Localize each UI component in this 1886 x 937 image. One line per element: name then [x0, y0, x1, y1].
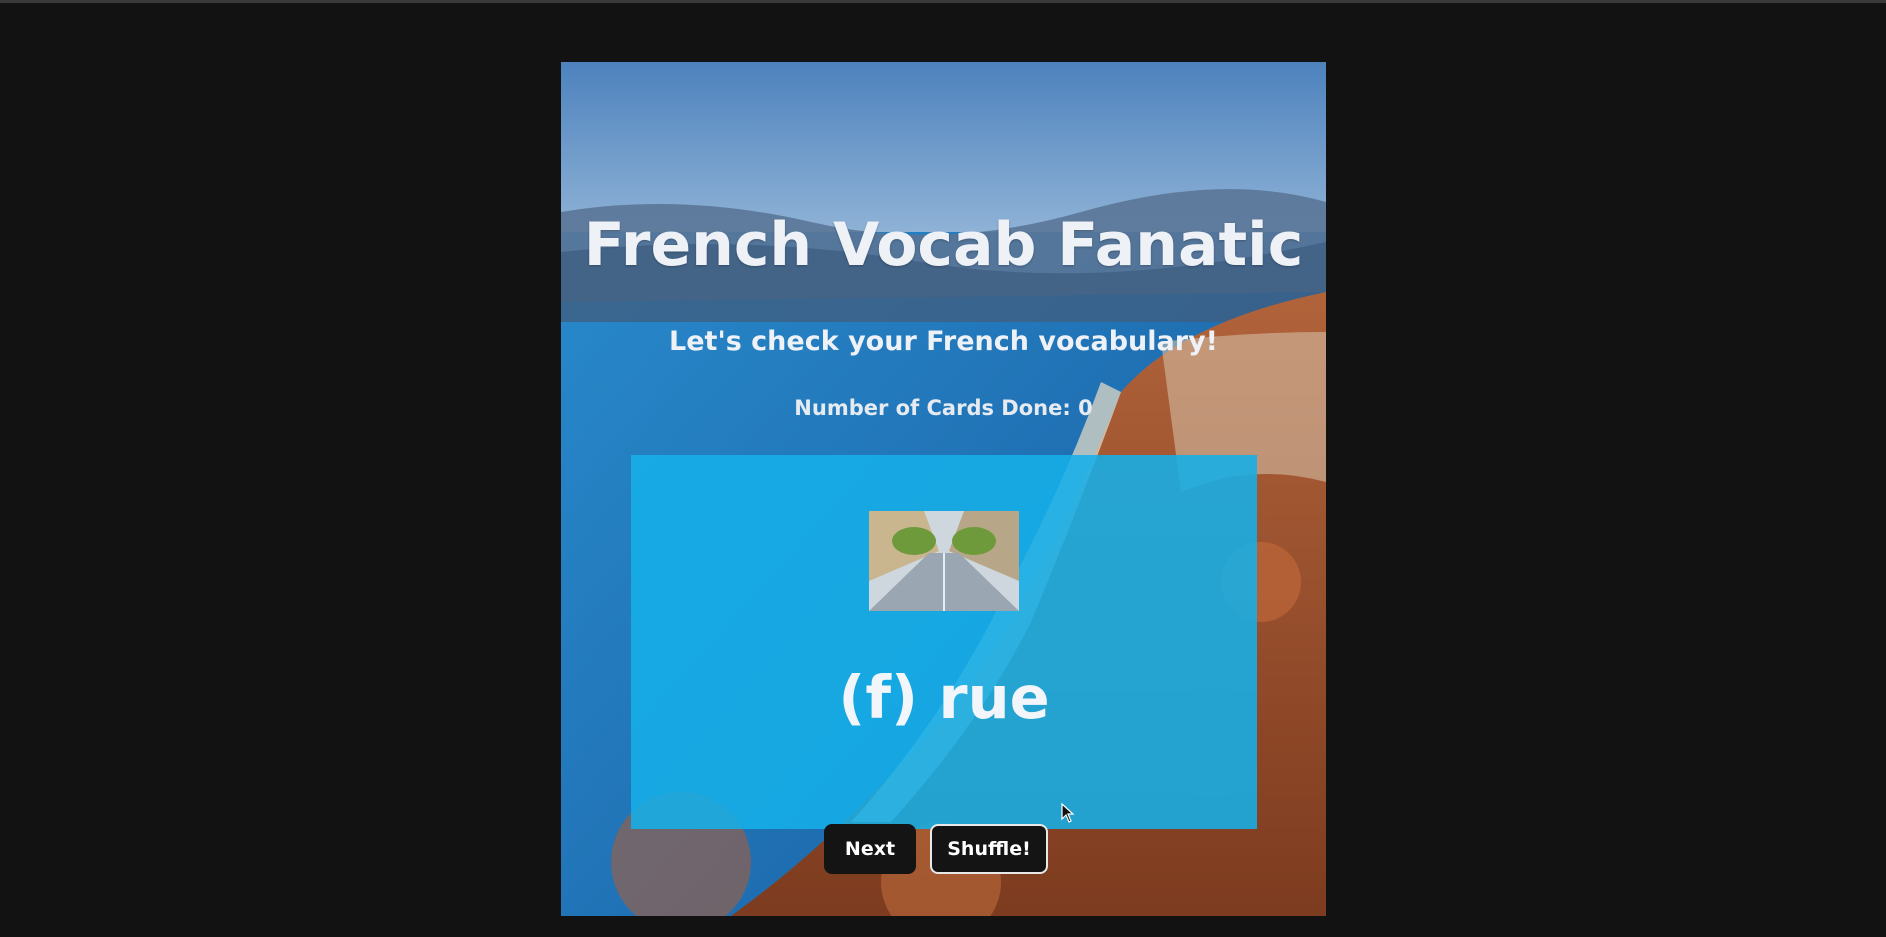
flashcard-app: French Vocab Fanatic Let's check your Fr…: [561, 62, 1326, 916]
page-subtitle: Let's check your French vocabulary!: [669, 326, 1218, 357]
mouse-cursor-icon: [1061, 802, 1075, 827]
flashcard-word: (f) rue: [838, 663, 1050, 732]
window-top-border: [0, 0, 1886, 3]
flashcard-image: [869, 511, 1019, 611]
shuffle-button[interactable]: Shuffle!: [930, 824, 1048, 874]
page-title: French Vocab Fanatic: [583, 210, 1304, 280]
flashcard[interactable]: (f) rue: [631, 455, 1257, 829]
next-button[interactable]: Next: [824, 824, 916, 874]
cards-done-counter: Number of Cards Done: 0: [794, 396, 1093, 420]
